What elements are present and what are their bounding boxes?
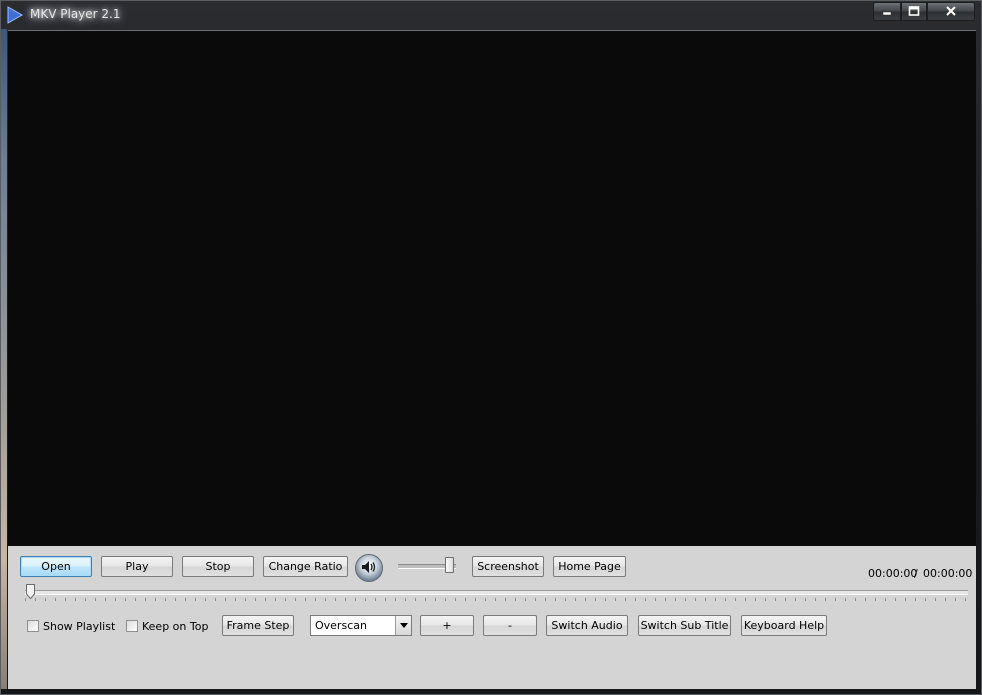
zoom-in-button[interactable]: + [420,615,474,636]
close-icon [945,5,957,19]
zoom-mode-value: Overscan [315,619,367,632]
keyboard-help-button[interactable]: Keyboard Help [741,615,827,636]
show-playlist-checkbox[interactable] [27,620,39,632]
seek-bar-ticks [25,598,968,601]
maximize-icon [908,5,920,19]
change-ratio-button[interactable]: Change Ratio [263,556,348,577]
minimize-icon [882,5,892,19]
caption-buttons [873,2,975,21]
show-playlist-label: Show Playlist [43,619,116,633]
title-bar[interactable]: MKV Player 2.1 [1,1,981,29]
frame-step-button[interactable]: Frame Step [222,615,294,636]
desktop-background-edge [1,29,7,689]
show-playlist-option[interactable]: Show Playlist [27,618,115,634]
current-time: 00:00:00 [868,567,918,580]
video-display[interactable] [8,30,976,547]
minimize-button[interactable] [873,2,901,21]
switch-subtitle-button[interactable]: Switch Sub Title [638,615,731,636]
time-separator: / [914,567,918,580]
home-page-button[interactable]: Home Page [553,556,626,577]
app-window: MKV Player 2.1 Open Play Stop Change Rat… [0,0,982,695]
mute-button[interactable] [355,554,383,582]
total-time: 00:00:00 [923,567,973,580]
screenshot-button[interactable]: Screenshot [472,556,544,577]
control-panel: Open Play Stop Change Ratio Screenshot H… [8,546,976,689]
speaker-icon [361,560,377,577]
open-button[interactable]: Open [20,556,92,577]
play-button[interactable]: Play [101,556,173,577]
zoom-out-button[interactable]: - [483,615,537,636]
keep-on-top-label: Keep on Top [142,619,209,633]
switch-audio-button[interactable]: Switch Audio [546,615,628,636]
seek-bar-thumb[interactable] [26,584,35,600]
volume-slider-thumb[interactable] [445,557,454,573]
stop-button[interactable]: Stop [182,556,254,577]
chevron-down-icon[interactable] [395,616,411,635]
window-title: MKV Player 2.1 [30,7,121,21]
play-triangle-icon [5,5,25,25]
seek-bar-track[interactable] [25,590,968,595]
keep-on-top-checkbox[interactable] [126,620,138,632]
maximize-button[interactable] [901,2,927,21]
keep-on-top-option[interactable]: Keep on Top [126,618,208,634]
zoom-mode-select[interactable]: Overscan [310,615,412,636]
close-button[interactable] [927,2,975,21]
